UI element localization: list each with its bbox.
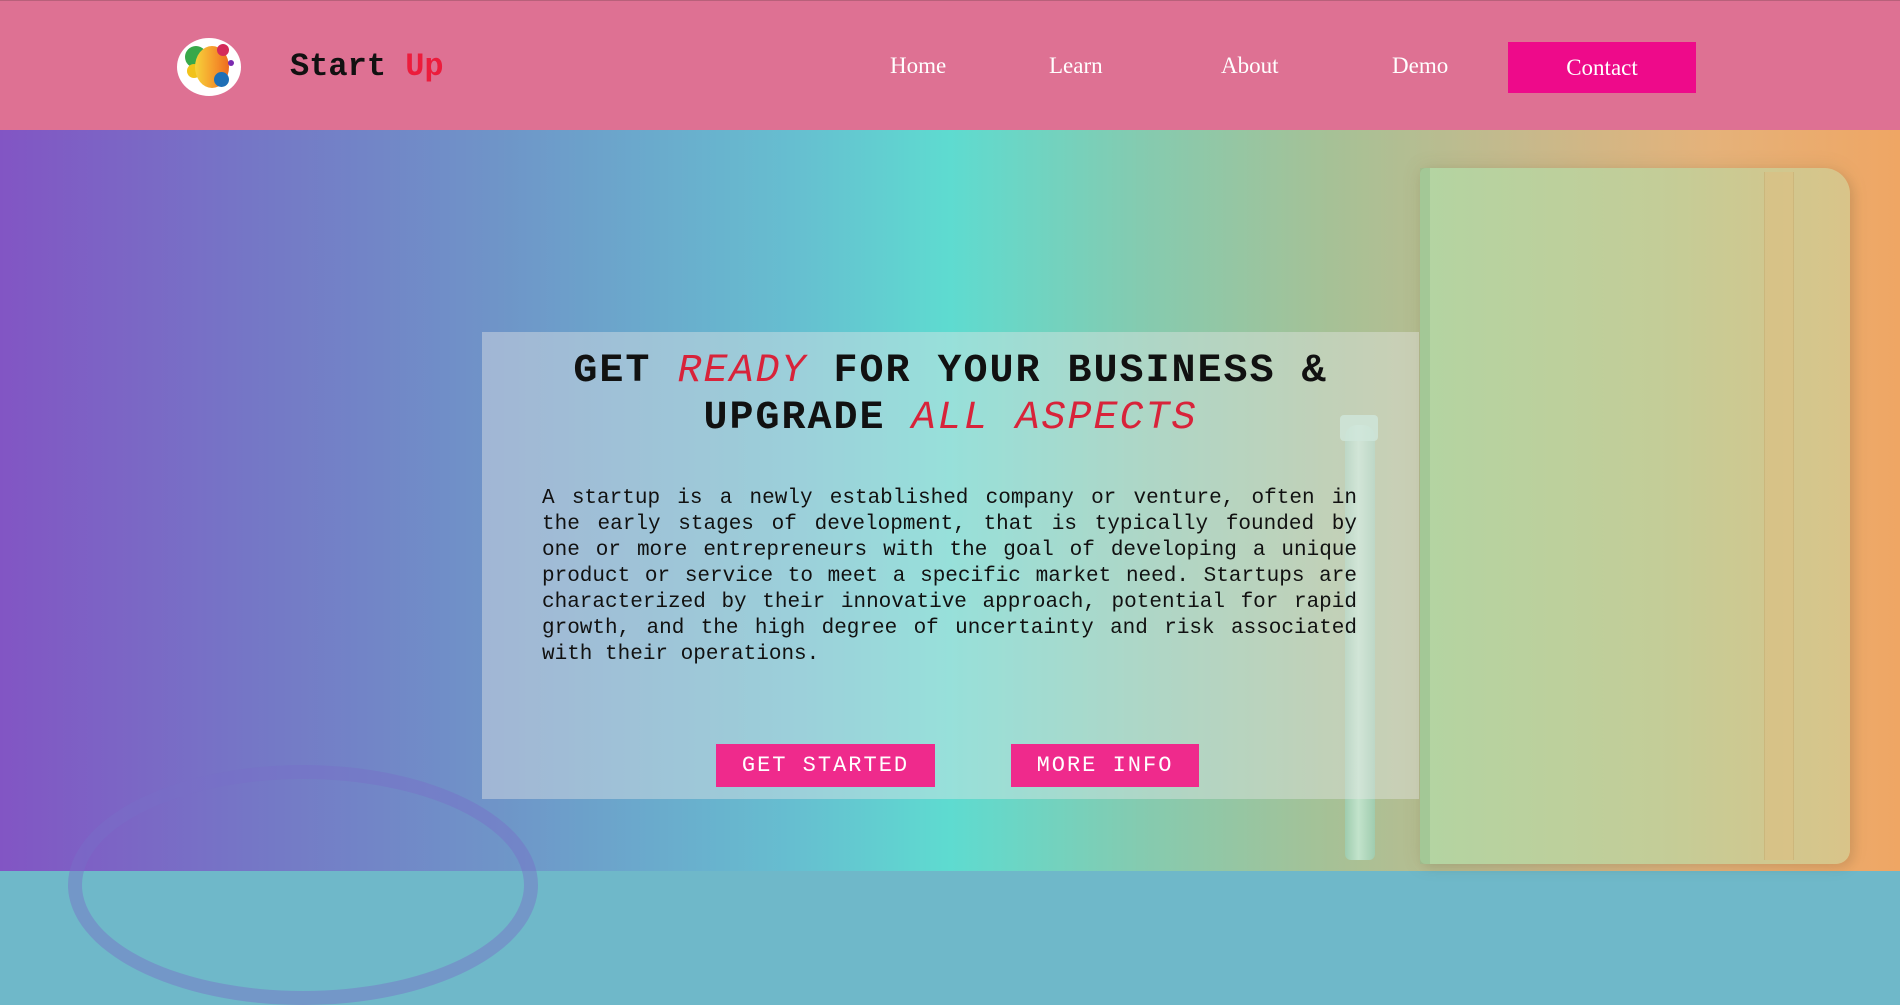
brand-name-up: Up bbox=[405, 48, 444, 85]
hero-title-business: FOR YOUR BUSINESS & bbox=[833, 349, 1328, 394]
hero-title-ready: READY bbox=[677, 349, 808, 394]
hero-title: GET READY FOR YOUR BUSINESS & UPGRADE AL… bbox=[482, 348, 1419, 442]
notebook-spine-decoration bbox=[1420, 168, 1430, 864]
notebook-band-decoration bbox=[1764, 172, 1794, 860]
hero-title-upgrade: UPGRADE bbox=[703, 396, 886, 441]
navbar: Start Up Home Learn About Demo Contact bbox=[0, 0, 1900, 130]
more-info-button[interactable]: MORE INFO bbox=[1011, 744, 1199, 787]
hero-description: A startup is a newly established company… bbox=[542, 487, 1357, 666]
mug-decoration bbox=[68, 765, 538, 1005]
contact-button[interactable]: Contact bbox=[1508, 42, 1696, 93]
logo-icon[interactable] bbox=[177, 38, 241, 96]
get-started-button[interactable]: GET STARTED bbox=[716, 744, 935, 787]
hero-card: GET READY FOR YOUR BUSINESS & UPGRADE AL… bbox=[482, 332, 1419, 799]
brand-name-start: Start bbox=[290, 48, 387, 85]
brand-name[interactable]: Start Up bbox=[290, 47, 444, 87]
hero-title-all-aspects: ALL ASPECTS bbox=[911, 396, 1198, 441]
nav-link-demo[interactable]: Demo bbox=[1392, 51, 1448, 81]
nav-link-learn[interactable]: Learn bbox=[1049, 51, 1103, 81]
hero-title-get: GET bbox=[573, 349, 652, 394]
nav-link-home[interactable]: Home bbox=[890, 51, 946, 81]
nav-link-about[interactable]: About bbox=[1221, 51, 1279, 81]
